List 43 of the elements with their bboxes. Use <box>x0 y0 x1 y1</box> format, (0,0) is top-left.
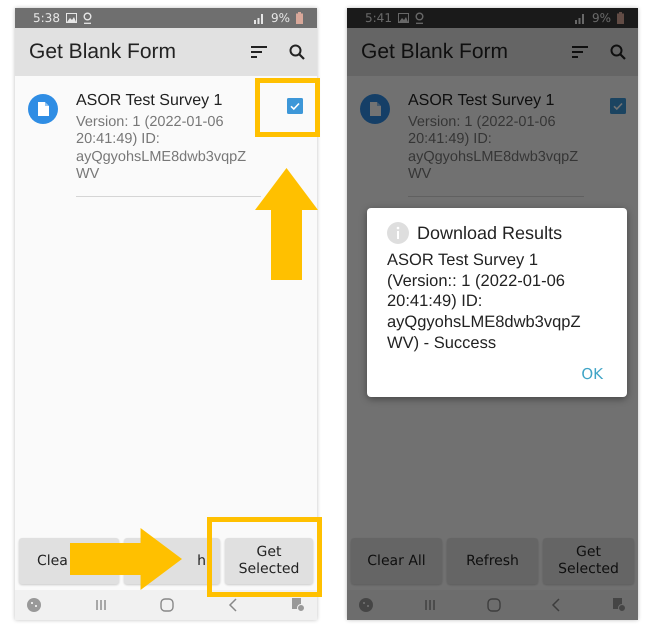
signal-icon <box>252 12 265 24</box>
app-title: Get Blank Form <box>361 40 510 64</box>
recent-apps-icon[interactable] <box>94 599 106 611</box>
ok-button[interactable]: OK <box>575 361 609 388</box>
search-icon[interactable] <box>289 44 305 60</box>
game-icon[interactable] <box>359 598 373 612</box>
battery-level: 9% <box>592 11 611 25</box>
game-icon[interactable] <box>27 598 41 612</box>
touch-icon[interactable] <box>612 598 626 612</box>
highlight-frame <box>255 78 320 137</box>
app-title: Get Blank Form <box>29 40 178 64</box>
dialog-title: Download Results <box>417 222 562 244</box>
touch-icon[interactable] <box>291 598 305 612</box>
form-title: ASOR Test Survey 1 <box>408 92 556 110</box>
home-icon[interactable] <box>486 598 500 612</box>
signal-icon <box>574 12 586 24</box>
form-details: Version: 1 (2022-01-06 20:41:49) ID: ayQgyohsLME8dwb3vqpZWV <box>76 114 248 184</box>
checkbox[interactable] <box>287 98 303 114</box>
info-icon <box>387 222 409 244</box>
document-icon <box>360 94 390 124</box>
location-icon <box>82 12 92 24</box>
status-time: 5:38 <box>33 11 60 25</box>
dialog-message: ASOR Test Survey 1 (Version:: 1 (2022-01-06 20:41:49) ID: ayQgyohsLME8dwb3vqpZWV) - Success <box>387 250 582 354</box>
location-icon <box>414 12 424 24</box>
form-title: ASOR Test Survey 1 <box>76 92 224 110</box>
back-icon[interactable] <box>551 598 562 612</box>
checkbox[interactable] <box>610 98 626 114</box>
action-button[interactable]: Get Selected <box>225 538 313 584</box>
image-icon <box>66 13 77 23</box>
action-button[interactable]: Clear All <box>351 538 442 584</box>
action-button[interactable]: Get Selected <box>543 538 634 584</box>
battery-level: 9% <box>270 11 290 25</box>
recent-apps-icon[interactable] <box>424 599 436 611</box>
home-icon[interactable] <box>160 598 174 612</box>
image-icon <box>398 13 409 23</box>
form-details: Version: 1 (2022-01-06 20:41:49) ID: ayQgyohsLME8dwb3vqpZWV <box>408 114 580 184</box>
battery-icon <box>296 12 303 24</box>
back-icon[interactable] <box>228 598 238 612</box>
battery-icon <box>617 12 624 24</box>
document-icon <box>28 94 58 124</box>
action-button[interactable]: Refresh <box>447 538 538 584</box>
sort-icon[interactable] <box>251 46 267 58</box>
status-time: 5:41 <box>365 11 392 25</box>
